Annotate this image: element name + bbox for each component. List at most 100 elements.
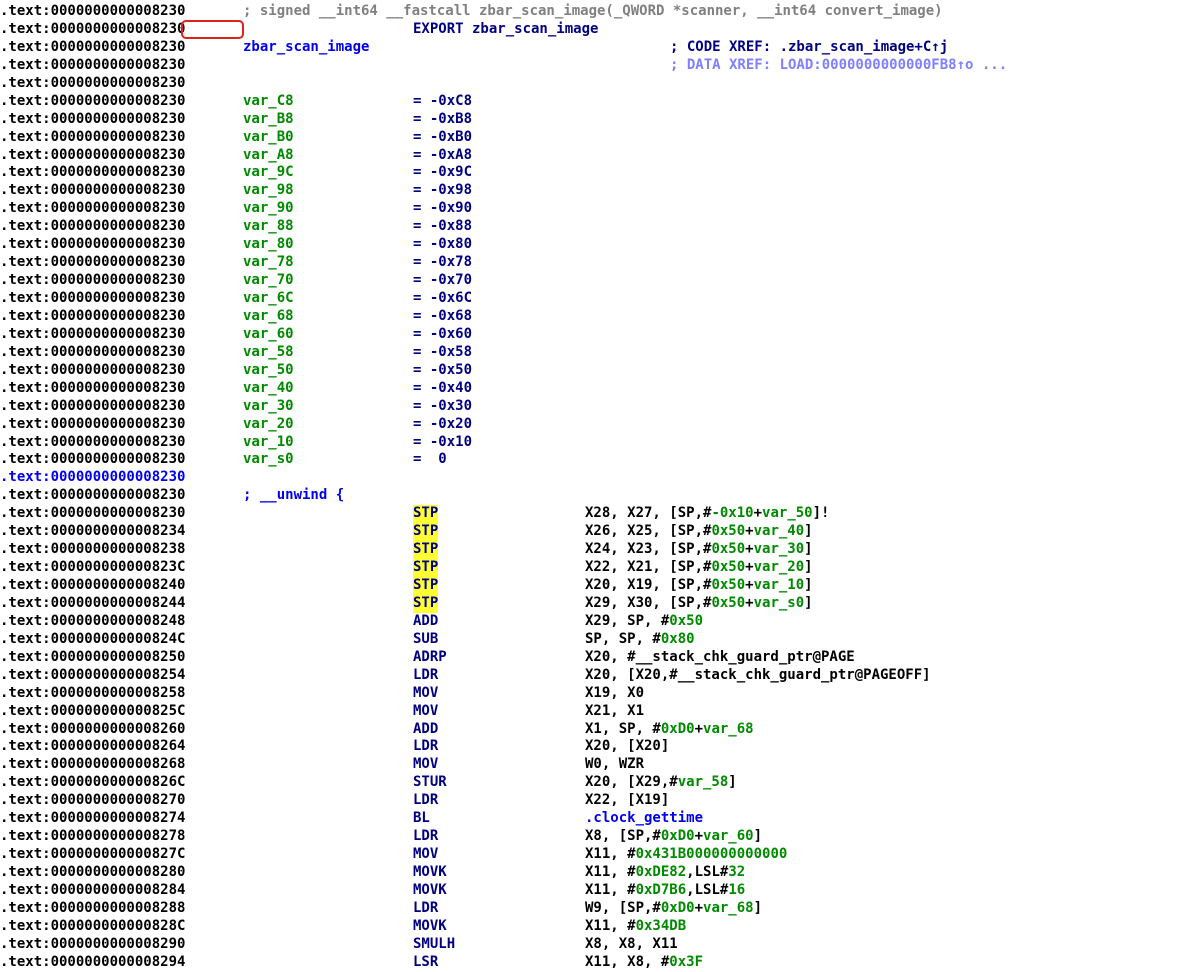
line-address[interactable]: .text:0000000000008230 — [0, 308, 185, 326]
xref-comment[interactable]: ; DATA XREF: LOAD:0000000000000FB8↑o ... — [670, 57, 1007, 75]
instruction-operands[interactable]: X1, SP, #0xD0+var_68 — [585, 721, 754, 739]
instruction-mnemonic[interactable]: STP — [413, 594, 439, 613]
line-address[interactable]: .text:0000000000008264 — [0, 738, 185, 756]
instruction-operands[interactable]: X21, X1 — [585, 703, 644, 721]
stack-variable-name[interactable]: var_70 — [243, 272, 294, 290]
instruction-mnemonic[interactable]: STP — [413, 577, 439, 595]
listing-line[interactable]: .text:0000000000008230 var_9C = -0x9C — [0, 164, 1200, 182]
label-name[interactable]: ; __unwind { — [243, 487, 344, 505]
stack-variable-name[interactable]: var_s0 — [243, 451, 294, 469]
line-address[interactable]: .text:0000000000008230 — [0, 434, 185, 452]
instruction-mnemonic[interactable]: MOVK — [413, 882, 447, 900]
line-address[interactable]: .text:0000000000008234 — [0, 523, 185, 541]
line-address[interactable]: .text:0000000000008230 — [0, 182, 185, 200]
listing-line[interactable]: .text:0000000000008270 LDR X22, [X19] — [0, 792, 1200, 810]
line-address[interactable]: .text:0000000000008230 — [0, 505, 185, 523]
instruction-operands[interactable]: W9, [SP,#0xD0+var_68] — [585, 900, 762, 918]
stack-variable-name[interactable]: var_C8 — [243, 93, 294, 111]
listing-line[interactable]: .text:0000000000008230 var_10 = -0x10 — [0, 434, 1200, 452]
listing-line[interactable]: .text:0000000000008230 var_78 = -0x78 — [0, 254, 1200, 272]
listing-line[interactable]: .text:0000000000008230 var_50 = -0x50 — [0, 362, 1200, 380]
instruction-mnemonic[interactable]: STP — [413, 505, 439, 524]
line-address[interactable]: .text:000000000000823C — [0, 559, 185, 577]
line-address[interactable]: .text:000000000000824C — [0, 631, 185, 649]
listing-line[interactable]: .text:0000000000008258 MOV X19, X0 — [0, 685, 1200, 703]
listing-line[interactable]: .text:000000000000825C MOV X21, X1 — [0, 703, 1200, 721]
instruction-operands[interactable]: SP, SP, #0x80 — [585, 631, 695, 649]
stack-variable-name[interactable]: var_20 — [243, 416, 294, 434]
line-address[interactable]: .text:0000000000008268 — [0, 756, 185, 774]
line-address[interactable]: .text:0000000000008270 — [0, 792, 185, 810]
instruction-operands[interactable]: X20, [X20,#__stack_chk_guard_ptr@PAGEOFF… — [585, 667, 931, 685]
instruction-mnemonic[interactable]: MOVK — [413, 864, 447, 882]
stack-variable-name[interactable]: var_B8 — [243, 111, 294, 129]
line-address[interactable]: .text:0000000000008230 — [0, 21, 185, 39]
listing-line[interactable]: .text:0000000000008230 var_s0 = 0 — [0, 451, 1200, 469]
stack-variable-name[interactable]: var_68 — [243, 308, 294, 326]
stack-variable-name[interactable]: var_90 — [243, 200, 294, 218]
instruction-operands[interactable]: X8, [SP,#0xD0+var_60] — [585, 828, 762, 846]
line-address[interactable]: .text:0000000000008244 — [0, 595, 185, 613]
listing-line[interactable]: .text:0000000000008234 STP X26, X25, [SP,#… — [0, 523, 1200, 542]
instruction-operands[interactable]: X19, X0 — [585, 685, 644, 703]
line-address[interactable]: .text:0000000000008240 — [0, 577, 185, 595]
instruction-operands[interactable]: X20, X19, [SP,#0x50+var_10] — [585, 577, 813, 595]
listing-line[interactable]: .text:000000000000826C STUR X20, [X29,#var… — [0, 774, 1200, 792]
line-address[interactable]: .text:0000000000008230 — [0, 111, 185, 129]
instruction-operands[interactable]: W0, WZR — [585, 756, 644, 774]
stack-variable-name[interactable]: var_30 — [243, 398, 294, 416]
listing-line[interactable]: .text:0000000000008290 SMULH X8, X8, X11 — [0, 936, 1200, 954]
listing-line[interactable]: .text:000000000000823C STP X22, X21, [SP,#… — [0, 559, 1200, 578]
instruction-mnemonic[interactable]: MOV — [413, 703, 438, 721]
stack-variable-name[interactable]: var_88 — [243, 218, 294, 236]
listing-line[interactable]: .text:000000000000827C MOV X11, #0x431B000… — [0, 846, 1200, 864]
line-address[interactable]: .text:0000000000008230 — [0, 469, 185, 487]
line-address[interactable]: .text:0000000000008248 — [0, 613, 185, 631]
line-address[interactable]: .text:0000000000008288 — [0, 900, 185, 918]
listing-line[interactable]: .text:0000000000008230 var_30 = -0x30 — [0, 398, 1200, 416]
instruction-mnemonic[interactable]: LDR — [413, 792, 438, 810]
line-address[interactable]: .text:0000000000008274 — [0, 810, 185, 828]
line-address[interactable]: .text:0000000000008278 — [0, 828, 185, 846]
stack-variable-name[interactable]: var_A8 — [243, 147, 294, 165]
instruction-operands[interactable]: X11, X8, #0x3F — [585, 954, 703, 972]
listing-line[interactable]: .text:0000000000008278 LDR X8, [SP,#0xD0+v… — [0, 828, 1200, 846]
stack-variable-name[interactable]: var_9C — [243, 164, 294, 182]
listing-line[interactable]: .text:0000000000008260 ADD X1, SP, #0xD0+v… — [0, 721, 1200, 739]
listing-line[interactable]: .text:000000000000824C SUB SP, SP, #0x80 — [0, 631, 1200, 649]
listing-line[interactable]: .text:0000000000008230 var_6C = -0x6C — [0, 290, 1200, 308]
listing-line[interactable]: .text:0000000000008230 var_98 = -0x98 — [0, 182, 1200, 200]
instruction-operands[interactable]: X22, [X19] — [585, 792, 669, 810]
line-address[interactable]: .text:0000000000008230 — [0, 164, 185, 182]
listing-line[interactable]: .text:0000000000008230 ; DATA XREF: LOAD:… — [0, 57, 1200, 75]
line-address[interactable]: .text:000000000000826C — [0, 774, 185, 792]
instruction-mnemonic[interactable]: ADRP — [413, 649, 447, 667]
stack-variable-name[interactable]: var_60 — [243, 326, 294, 344]
line-address[interactable]: .text:0000000000008230 — [0, 3, 185, 21]
instruction-mnemonic[interactable]: MOV — [413, 846, 438, 864]
line-address[interactable]: .text:0000000000008254 — [0, 667, 185, 685]
instruction-mnemonic[interactable]: STUR — [413, 774, 447, 792]
instruction-mnemonic[interactable]: MOVK — [413, 918, 447, 936]
line-address[interactable]: .text:000000000000828C — [0, 918, 185, 936]
listing-line[interactable]: .text:0000000000008264 LDR X20, [X20] — [0, 738, 1200, 756]
instruction-operands[interactable]: X11, #0x34DB — [585, 918, 686, 936]
line-address[interactable]: .text:0000000000008230 — [0, 272, 185, 290]
line-address[interactable]: .text:000000000000827C — [0, 846, 185, 864]
listing-line[interactable]: .text:0000000000008238 STP X24, X23, [SP,#… — [0, 541, 1200, 560]
listing-line[interactable]: .text:0000000000008248 ADD X29, SP, #0x50 — [0, 613, 1200, 631]
instruction-mnemonic[interactable]: LDR — [413, 738, 438, 756]
disassembly-listing[interactable]: .text:0000000000008230 ; signed __int64 _… — [0, 3, 1200, 972]
listing-line[interactable]: .text:0000000000008244 STP X29, X30, [SP,#… — [0, 594, 1200, 613]
instruction-mnemonic[interactable]: STP — [413, 523, 439, 542]
listing-line[interactable]: .text:0000000000008280 MOVK X11, #0xDE82,L… — [0, 864, 1200, 882]
instruction-mnemonic[interactable]: BL — [413, 810, 430, 828]
instruction-operands[interactable]: X11, #0xD7B6,LSL#16 — [585, 882, 745, 900]
line-address[interactable]: .text:0000000000008230 — [0, 93, 185, 111]
listing-line[interactable]: .text:0000000000008288 LDR W9, [SP,#0xD0+v… — [0, 900, 1200, 918]
stack-variable-name[interactable]: var_58 — [243, 344, 294, 362]
listing-line[interactable]: .text:0000000000008230 EXPORT zbar_scan_i… — [0, 21, 1200, 39]
instruction-operands[interactable]: X8, X8, X11 — [585, 936, 678, 954]
line-address[interactable]: .text:0000000000008230 — [0, 451, 185, 469]
line-address[interactable]: .text:000000000000825C — [0, 703, 185, 721]
